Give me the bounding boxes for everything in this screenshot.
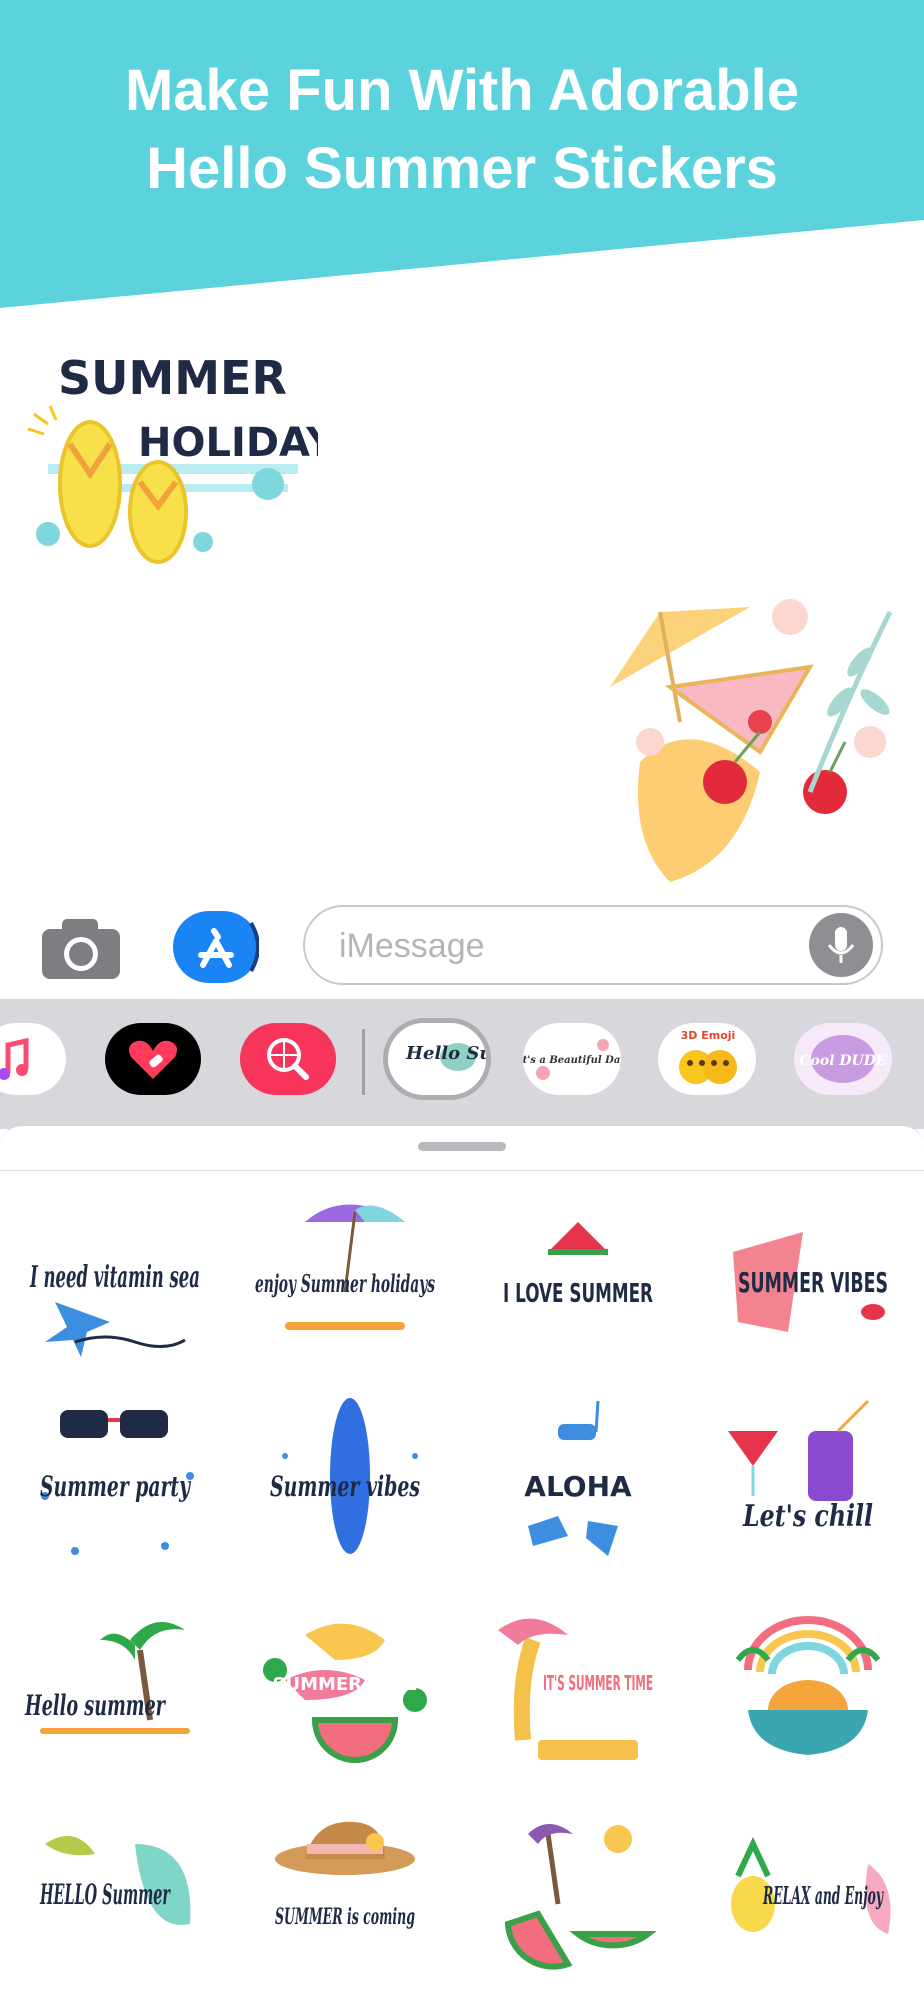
sticker-text: IT'S SUMMER TIME	[543, 1671, 653, 1695]
sticker-text: SUMMER TIME	[272, 1674, 417, 1695]
holiday-word-1: SUMMER	[58, 351, 287, 405]
sticker-text: Summer party	[40, 1470, 191, 1503]
drawer-divider	[362, 1029, 365, 1095]
sticker-summer-party[interactable]: Summer party	[15, 1396, 215, 1566]
sticker-aloha[interactable]: ALOHA	[478, 1396, 678, 1566]
sticker-summer-vibes-pink[interactable]: SUMMER VIBES	[708, 1192, 908, 1362]
sticker-lets-chill[interactable]: Let's chill	[708, 1396, 908, 1566]
sticker-text: HELLO Summer	[39, 1878, 171, 1911]
camera-icon[interactable]	[40, 915, 122, 981]
sticker-text: Let's chill	[742, 1499, 873, 1534]
banner-title: Make Fun With Adorable Hello Summer Stic…	[0, 52, 924, 208]
sticker-watermelon-palms[interactable]	[478, 1804, 678, 1974]
holiday-word-2: HOLIDAY	[138, 420, 318, 466]
message-field[interactable]: iMessage	[303, 905, 883, 985]
beautiful-day-app-label: It's a Beautiful Day	[523, 1055, 621, 1066]
sticker-text: ALOHA	[524, 1470, 632, 1503]
message-input-bar: iMessage	[0, 897, 924, 999]
sticker-summer-vibes-surf[interactable]: Summer vibes	[245, 1396, 445, 1566]
3d-emoji-app-label: 3D Emoji	[681, 1029, 736, 1042]
sticker-text: Summer vibes	[270, 1470, 420, 1503]
sticker-i-love-summer[interactable]: I LOVE SUMMER	[478, 1192, 678, 1362]
hello-summer-app-label: Hello Summer	[405, 1043, 486, 1064]
heart-app-icon[interactable]	[105, 1023, 201, 1095]
panel-separator	[0, 1170, 924, 1171]
sticker-text: RELAX and Enjoy	[762, 1881, 884, 1910]
sticker-rainbow-sunset[interactable]	[708, 1600, 908, 1770]
sticker-hello-summer-leaf[interactable]: HELLO Summer	[15, 1804, 215, 1974]
hello-summer-app-icon[interactable]: Hello Summer	[383, 1018, 491, 1100]
summer-holiday-sticker[interactable]: SUMMER HOLIDAY	[18, 334, 336, 574]
sticker-hello-summer-palm[interactable]: Hello summer	[15, 1600, 215, 1770]
sticker-enjoy-summer[interactable]: enjoy Summer holidays	[245, 1192, 445, 1362]
message-placeholder: iMessage	[339, 927, 485, 965]
sticker-summer-time-watermelon[interactable]: SUMMER TIME	[245, 1600, 445, 1770]
banner-title-line1: Make Fun With Adorable	[124, 58, 800, 123]
app-store-icon[interactable]	[173, 911, 260, 983]
music-app-icon[interactable]	[0, 1023, 66, 1095]
sticker-text: I LOVE SUMMER	[503, 1279, 653, 1309]
sticker-text: Hello summer	[24, 1689, 166, 1722]
microphone-icon[interactable]	[809, 913, 873, 977]
sticker-vitamin-sea[interactable]: I need vitamin sea	[15, 1192, 215, 1362]
3d-emoji-app-icon[interactable]: 3D Emoji	[658, 1023, 756, 1095]
cool-dude-app-label: Cool DUDE	[799, 1053, 887, 1069]
sticker-text: SUMMER is coming	[275, 1904, 415, 1930]
search-globe-app-icon[interactable]	[240, 1023, 336, 1095]
sticker-panel: I need vitamin sea enjoy Summer holidays…	[0, 1125, 924, 2001]
beautiful-day-app-icon[interactable]: It's a Beautiful Day	[523, 1023, 621, 1095]
banner-title-line2: Hello Summer Stickers	[146, 136, 778, 201]
sticker-relax-and-enjoy[interactable]: RELAX and Enjoy	[708, 1804, 908, 1974]
conversation-area: SUMMER HOLIDAY	[0, 312, 924, 897]
cocktail-sticker[interactable]	[610, 592, 900, 882]
app-drawer: Hello Summer It's a Beautiful Day 3D Emo…	[0, 999, 924, 1129]
sticker-text: SUMMER VIBES	[738, 1266, 888, 1299]
panel-grabber[interactable]	[418, 1142, 506, 1151]
sticker-summer-is-coming[interactable]: SUMMER is coming	[245, 1804, 445, 1974]
sticker-text: enjoy Summer holidays	[255, 1269, 435, 1298]
sticker-text: I need vitamin sea	[29, 1260, 200, 1295]
sticker-its-summer-time[interactable]: IT'S SUMMER TIME	[478, 1600, 678, 1770]
cool-dude-app-icon[interactable]: Cool DUDE	[794, 1023, 892, 1095]
